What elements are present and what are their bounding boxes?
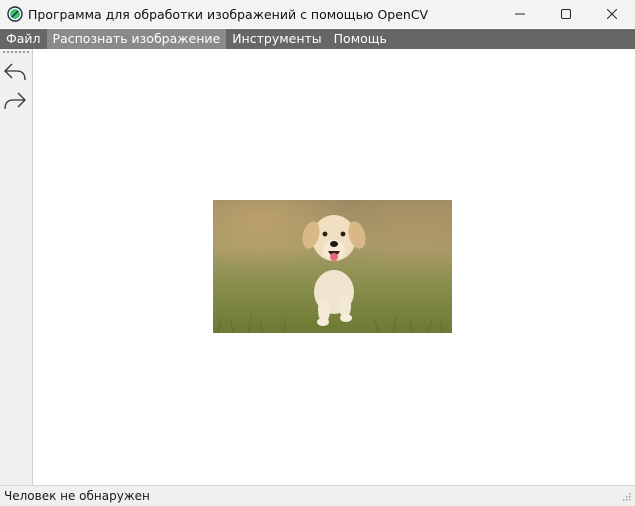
menu-file[interactable]: Файл bbox=[0, 29, 47, 49]
menu-tools[interactable]: Инструменты bbox=[226, 29, 327, 49]
minimize-button[interactable] bbox=[497, 0, 543, 28]
minimize-icon bbox=[515, 13, 525, 15]
image-canvas[interactable] bbox=[33, 49, 635, 485]
maximize-icon bbox=[561, 9, 571, 19]
maximize-button[interactable] bbox=[543, 0, 589, 28]
menu-recognize-image[interactable]: Распознать изображение bbox=[46, 29, 227, 49]
menu-bar: Файл Распознать изображение Инструменты … bbox=[0, 29, 635, 49]
undo-button[interactable] bbox=[2, 60, 28, 84]
puppy-photo bbox=[213, 200, 452, 333]
resize-grip-icon[interactable] bbox=[621, 493, 631, 503]
close-button[interactable] bbox=[589, 0, 635, 28]
redo-button[interactable] bbox=[2, 89, 28, 113]
redo-arrow-icon bbox=[4, 92, 26, 110]
status-text: Человек не обнаружен bbox=[4, 489, 150, 503]
title-bar: Программа для обработки изображений с по… bbox=[0, 0, 635, 28]
menu-help[interactable]: Помощь bbox=[328, 29, 393, 49]
side-toolbar bbox=[0, 49, 33, 485]
window-title: Программа для обработки изображений с по… bbox=[28, 6, 429, 22]
toolbar-grip[interactable] bbox=[3, 51, 29, 55]
status-bar: Человек не обнаружен bbox=[0, 485, 635, 506]
undo-arrow-icon bbox=[4, 63, 26, 81]
app-icon bbox=[7, 6, 23, 22]
close-icon bbox=[607, 9, 617, 19]
